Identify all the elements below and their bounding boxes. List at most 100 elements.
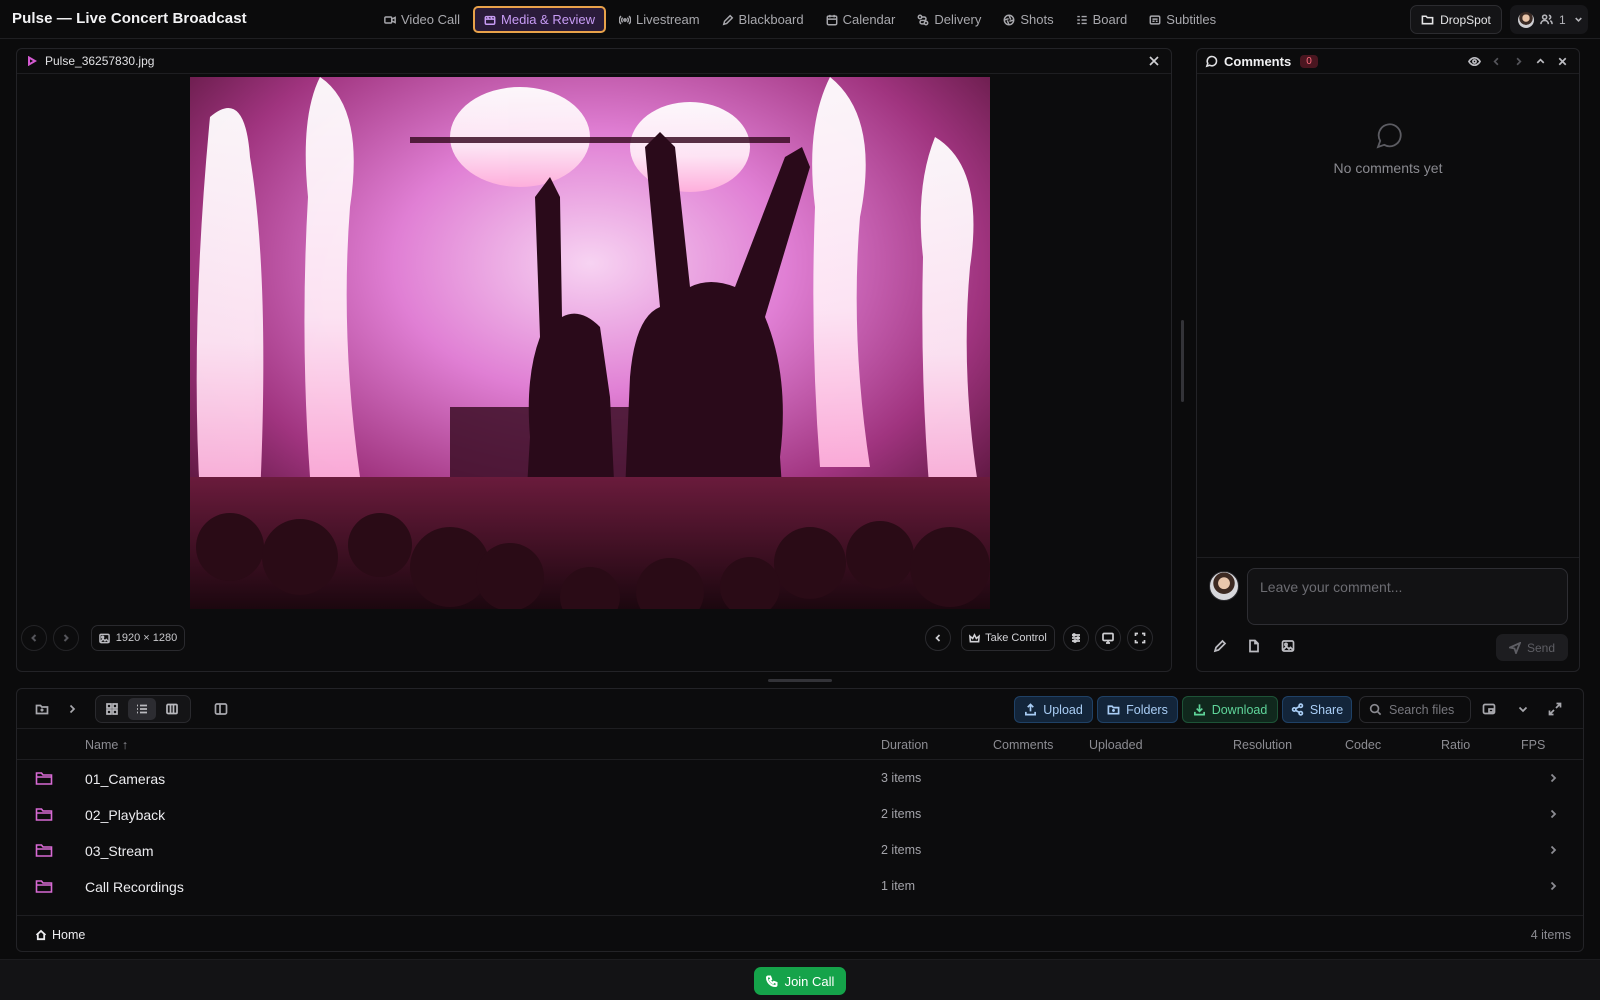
nav-label: Calendar: [842, 12, 896, 27]
vertical-resize-handle[interactable]: [1181, 320, 1184, 402]
close-icon[interactable]: [1147, 54, 1161, 68]
take-control-button[interactable]: Take Control: [961, 625, 1055, 651]
nav-video-call[interactable]: Video Call: [378, 6, 471, 33]
media-icon: [484, 14, 496, 26]
video-icon: [384, 14, 396, 26]
row-name: 02_Playback: [85, 807, 166, 823]
comment-actions: [1213, 639, 1295, 653]
comment-input[interactable]: Leave your comment...: [1247, 568, 1568, 625]
maximize-icon[interactable]: [1547, 701, 1563, 717]
horizontal-resize-handle[interactable]: [768, 679, 832, 682]
row-duration: 1 item: [881, 879, 916, 893]
column-codec[interactable]: Codec: [1345, 738, 1381, 752]
fullscreen-button[interactable]: [1127, 625, 1153, 651]
nav-blackboard[interactable]: Blackboard: [711, 6, 815, 33]
chevron-right-icon[interactable]: [64, 701, 80, 717]
column-comments[interactable]: Comments: [993, 738, 1053, 752]
viewer-toolbar: 1920 × 1280 Take Control: [17, 620, 1171, 656]
nav-label: Video Call: [401, 12, 461, 27]
list-view-icon[interactable]: [128, 698, 156, 720]
chevron-up-icon[interactable]: [1533, 53, 1547, 69]
adjust-button[interactable]: [1063, 625, 1089, 651]
nav-calendar[interactable]: Calendar: [815, 6, 907, 33]
prev-button[interactable]: [21, 625, 47, 651]
table-row[interactable]: 01_Cameras 3 items: [17, 761, 1583, 797]
chevron-right-icon: [1547, 880, 1559, 892]
chevron-right-icon[interactable]: [1511, 53, 1525, 69]
download-button[interactable]: Download: [1182, 696, 1278, 723]
divider: [1197, 557, 1579, 558]
file-icon[interactable]: [1247, 639, 1261, 653]
column-ratio[interactable]: Ratio: [1441, 738, 1470, 752]
chevron-left-icon[interactable]: [1489, 53, 1503, 69]
column-resolution[interactable]: Resolution: [1233, 738, 1292, 752]
column-fps[interactable]: FPS: [1521, 738, 1545, 752]
split-view-icon[interactable]: [213, 701, 229, 717]
item-count: 4 items: [1530, 928, 1571, 942]
chevron-right-icon: [1547, 844, 1559, 856]
media-image[interactable]: [190, 77, 990, 609]
file-browser-footer: Home 4 items: [17, 915, 1583, 952]
search-input[interactable]: Search files: [1359, 696, 1471, 723]
file-browser: Upload Folders Download Share Search fil…: [16, 688, 1584, 952]
join-call-button[interactable]: Join Call: [754, 967, 846, 995]
upload-label: Upload: [1043, 702, 1083, 717]
route-icon: [917, 14, 929, 26]
nav-board[interactable]: Board: [1065, 6, 1139, 33]
picture-in-picture-icon[interactable]: [1481, 701, 1497, 717]
table-row[interactable]: 03_Stream 2 items: [17, 833, 1583, 869]
row-name: 01_Cameras: [85, 771, 166, 787]
calendar-icon: [826, 14, 838, 26]
table-row[interactable]: 02_Playback 2 items: [17, 797, 1583, 833]
search-placeholder: Search files: [1389, 702, 1455, 717]
send-button[interactable]: Send: [1496, 634, 1568, 661]
eye-icon[interactable]: [1467, 53, 1481, 69]
column-duration[interactable]: Duration: [881, 738, 928, 752]
collapse-button[interactable]: [925, 625, 951, 651]
nav-label: Blackboard: [738, 12, 804, 27]
next-button[interactable]: [53, 625, 79, 651]
pencil-icon[interactable]: [1213, 639, 1227, 653]
download-icon: [1193, 703, 1206, 716]
top-bar: Pulse — Live Concert Broadcast Video Cal…: [0, 0, 1600, 39]
nav-media-review[interactable]: Media & Review: [473, 6, 606, 33]
columns-view-icon[interactable]: [158, 698, 186, 720]
folders-button[interactable]: Folders: [1097, 696, 1178, 723]
file-toolbar: Upload Folders Download Share Search fil…: [17, 689, 1583, 729]
row-name: 03_Stream: [85, 843, 154, 859]
comments-count-badge: 0: [1300, 54, 1318, 68]
present-button[interactable]: [1095, 625, 1121, 651]
phone-icon: [765, 975, 778, 987]
file-name: Pulse_36257830.jpg: [45, 54, 155, 68]
image-icon[interactable]: [1281, 639, 1295, 653]
new-folder-icon[interactable]: [34, 701, 50, 717]
participants-button[interactable]: 1: [1510, 5, 1588, 34]
nav-label: Shots: [1020, 12, 1054, 27]
row-duration: 2 items: [881, 807, 922, 821]
sliders-icon: [1070, 632, 1082, 644]
comment-icon: [1373, 121, 1403, 151]
chevron-down-icon[interactable]: [1515, 701, 1531, 717]
upload-icon: [1024, 703, 1037, 716]
list-icon: [1076, 14, 1088, 26]
send-label: Send: [1526, 640, 1556, 655]
nav-livestream[interactable]: Livestream: [608, 6, 711, 33]
dropspot-button[interactable]: DropSpot: [1410, 5, 1502, 34]
share-button[interactable]: Share: [1282, 696, 1352, 723]
comments-empty-state: No comments yet: [1197, 121, 1579, 176]
chevron-right-icon: [1547, 772, 1559, 784]
close-icon[interactable]: [1555, 53, 1569, 69]
column-uploaded[interactable]: Uploaded: [1089, 738, 1143, 752]
grid-view-icon[interactable]: [98, 698, 126, 720]
nav-label: Board: [1092, 12, 1128, 27]
nav-shots[interactable]: Shots: [992, 6, 1064, 33]
bottom-bar: Join Call: [0, 959, 1600, 1000]
empty-text: No comments yet: [1333, 160, 1443, 176]
breadcrumb[interactable]: Home: [35, 928, 85, 942]
table-row[interactable]: Call Recordings 1 item: [17, 869, 1583, 905]
column-name[interactable]: Name ↑: [85, 738, 128, 752]
nav-delivery[interactable]: Delivery: [906, 6, 992, 33]
comments-header: Comments 0: [1197, 49, 1579, 74]
upload-button[interactable]: Upload: [1014, 696, 1093, 723]
nav-subtitles[interactable]: Subtitles: [1138, 6, 1227, 33]
